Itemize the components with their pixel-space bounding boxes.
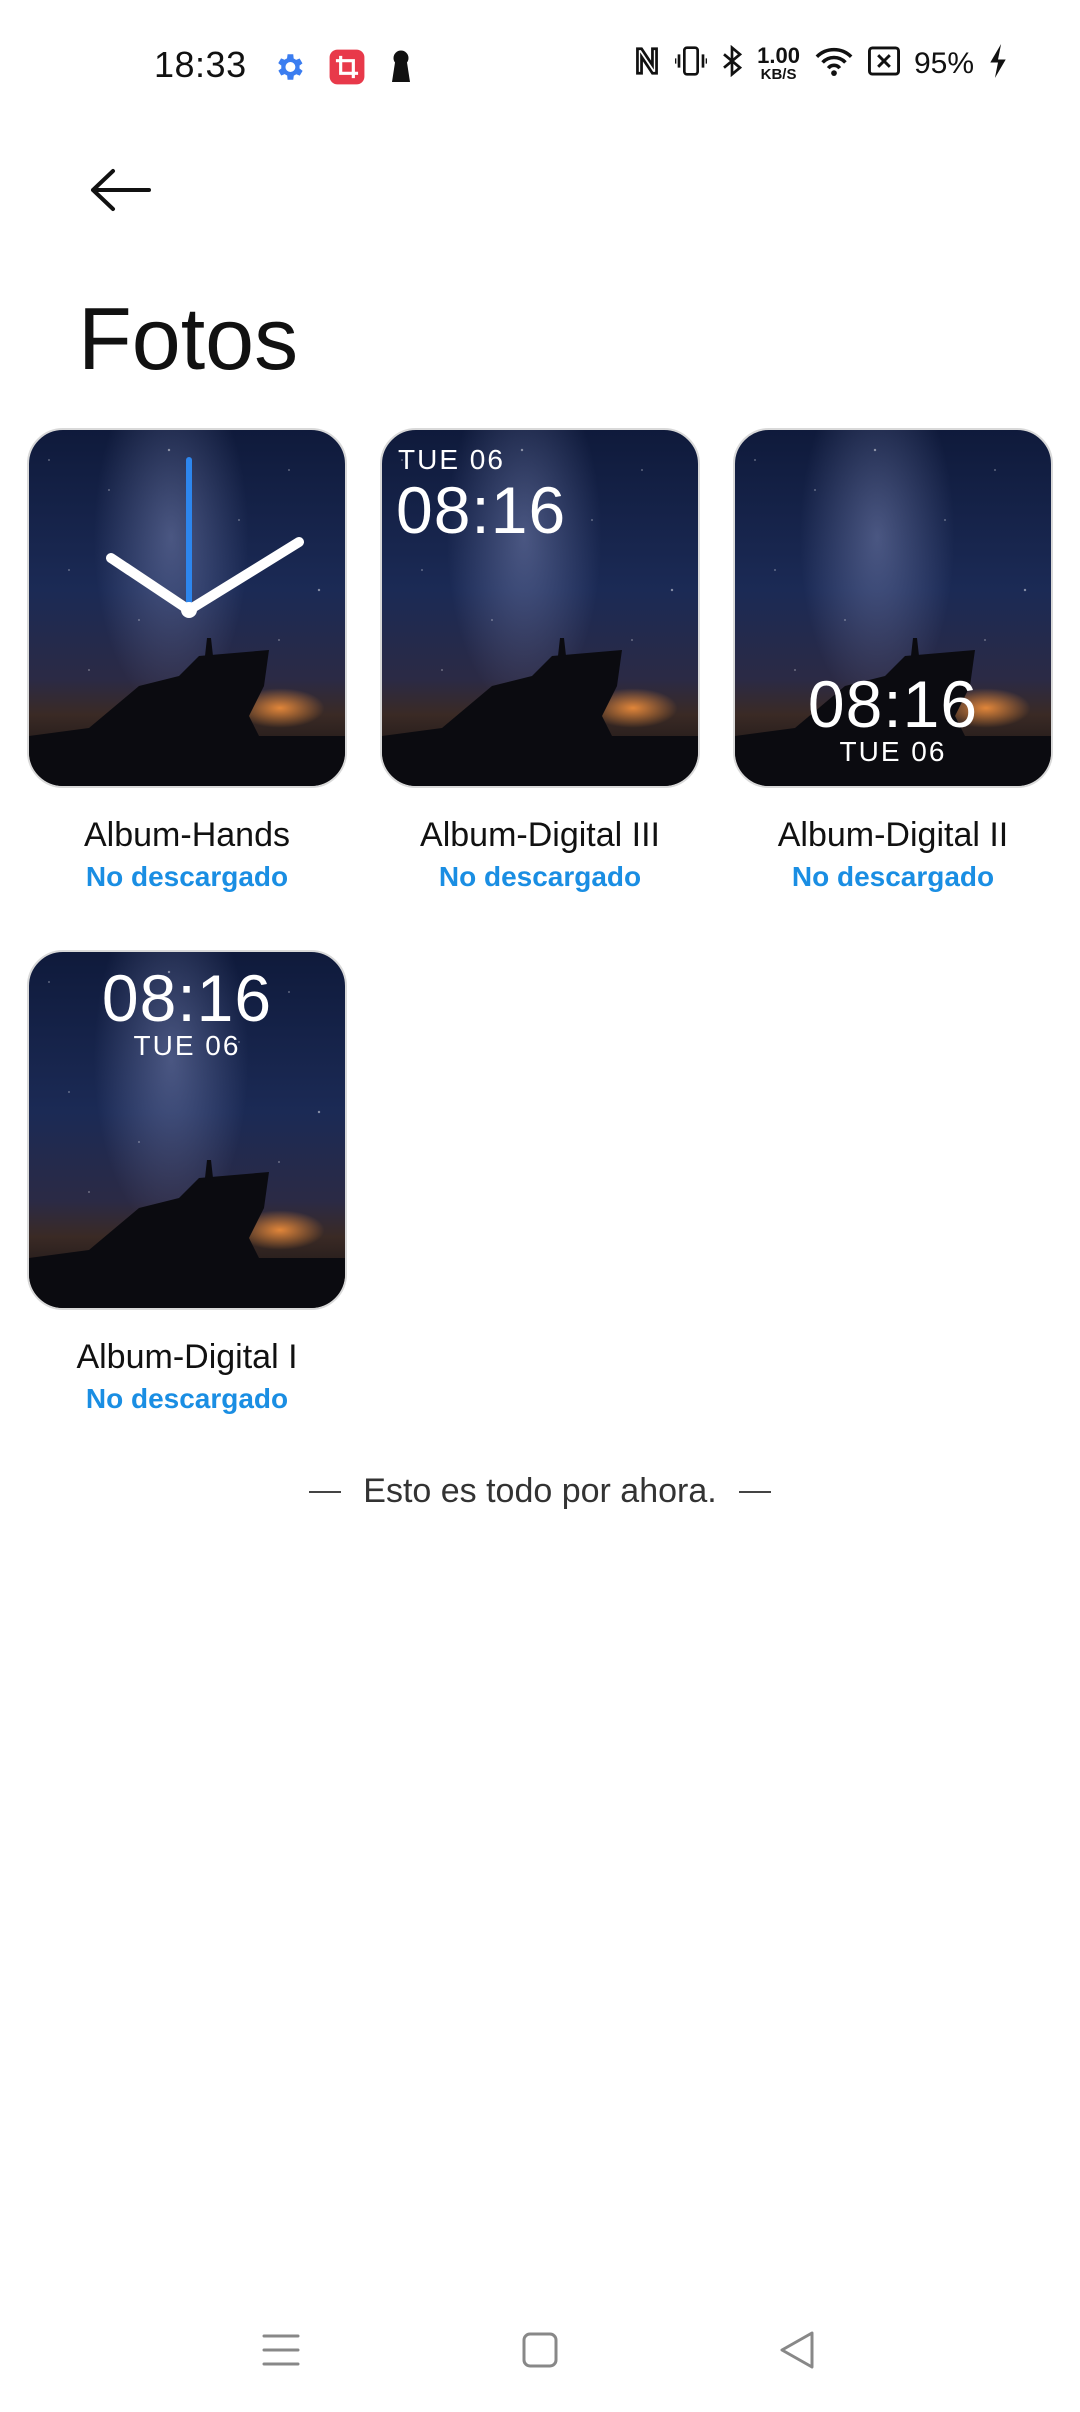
navigation-bar (0, 2300, 1080, 2412)
watch-face-preview: 08:16 TUE 06 (27, 950, 347, 1310)
watch-face-name: Album-Digital II (777, 816, 1009, 854)
watch-face-name: Album-Hands (84, 816, 290, 854)
watch-face-preview: 08:16 TUE 06 (733, 428, 1053, 788)
network-speed: 1.00 KB/S (757, 43, 800, 83)
divider-right (738, 1490, 771, 1493)
bluetooth-icon (721, 44, 743, 82)
sim-off-icon (867, 46, 900, 81)
back-button[interactable] (80, 156, 160, 228)
status-left-icons (272, 48, 414, 91)
watch-face-name: Album-Digital III (420, 816, 660, 854)
menu-icon (262, 2332, 300, 2373)
watch-face-time: 08:16 (807, 667, 979, 741)
clock-hands (106, 457, 304, 618)
watch-face-preview (27, 428, 347, 788)
download-status: No descargado (791, 861, 995, 892)
vibrate-icon (673, 46, 709, 81)
watch-face-card[interactable]: 08:16 TUE 06 Album-Digital II No descarg… (733, 428, 1053, 893)
screenshot-crop-icon (328, 48, 366, 91)
watch-face-card[interactable]: 08:16 TUE 06 Album-Digital I No descarga… (27, 950, 347, 1415)
keyhole-icon (388, 49, 414, 90)
watch-face-date: TUE 06 (839, 736, 947, 767)
battery-level: 95% (913, 46, 974, 80)
status-time: 18:33 (154, 44, 247, 85)
download-status: No descargado (85, 861, 289, 892)
end-of-list-note: Esto es todo por ahora. (0, 1472, 1080, 1511)
watch-face-card[interactable]: TUE 06 08:16 Album-Digital III No descar… (380, 428, 700, 893)
divider-left (309, 1490, 342, 1493)
status-right-icons: 1.00 KB/S 95% (633, 44, 1008, 83)
status-bar: 18:33 1.00 KB/S 95% (0, 0, 1080, 140)
download-status: No descargado (85, 1383, 289, 1414)
watch-face-time: 08:16 (396, 473, 567, 547)
charging-icon (988, 44, 1008, 83)
watch-face-preview: TUE 06 08:16 (380, 428, 700, 788)
menu-button[interactable] (246, 2322, 316, 2382)
home-icon (522, 2332, 558, 2373)
arrow-left-icon (89, 168, 151, 217)
network-speed-value: 1.00 (757, 43, 800, 68)
network-speed-unit: KB/S (760, 66, 797, 83)
page-title: Fotos (78, 289, 299, 388)
rock-silhouette (29, 1160, 345, 1308)
end-of-list-text: Esto es todo por ahora. (363, 1472, 717, 1510)
watch-face-name: Album-Digital I (76, 1338, 298, 1376)
watch-face-date: TUE 06 (133, 1030, 241, 1061)
download-status: No descargado (438, 861, 642, 892)
watch-face-time: 08:16 (101, 961, 273, 1035)
nfc-icon (633, 46, 661, 81)
back-nav-button[interactable] (762, 2322, 832, 2382)
wifi-icon (814, 45, 854, 82)
settings-icon (272, 50, 306, 89)
watch-face-card[interactable]: Album-Hands No descargado (27, 428, 347, 893)
rock-silhouette (382, 638, 698, 786)
back-triangle-icon (779, 2330, 815, 2375)
home-button[interactable] (505, 2322, 575, 2382)
